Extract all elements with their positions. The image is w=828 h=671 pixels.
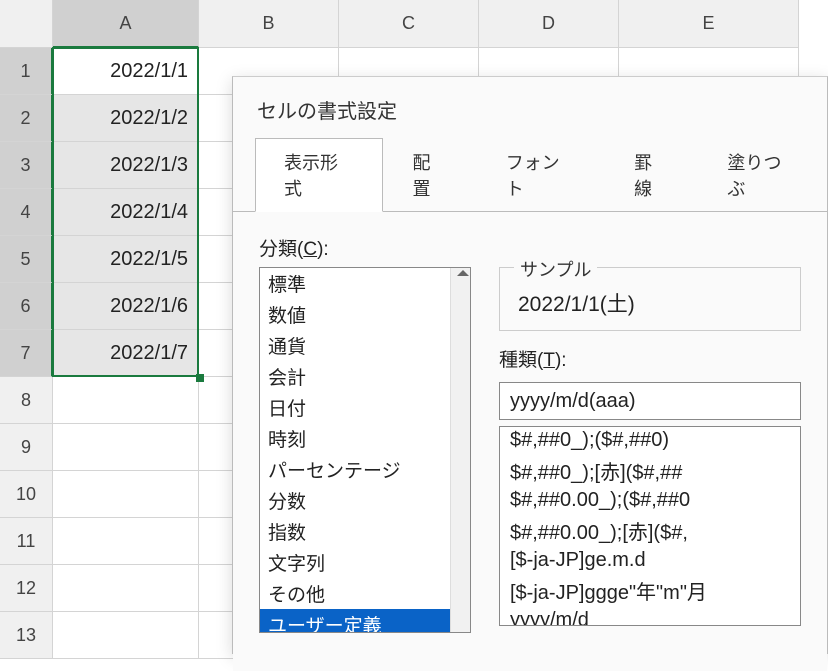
type-item[interactable]: [$-ja-JP]ge.m.d — [500, 547, 800, 574]
category-item-fraction[interactable]: 分数 — [260, 485, 470, 516]
row-header-5[interactable]: 5 — [0, 236, 53, 283]
tab-border[interactable]: 罫線 — [605, 138, 698, 212]
row-header-7[interactable]: 7 — [0, 330, 53, 377]
dialog-tabs: 表示形式 配置 フォント 罫線 塗りつぶ — [233, 138, 827, 212]
category-item-accounting[interactable]: 会計 — [260, 361, 470, 392]
type-item[interactable]: $#,##0.00_);[赤]($#, — [500, 514, 800, 547]
cell-A7[interactable]: 2022/1/7 — [53, 330, 199, 377]
tab-number-format[interactable]: 表示形式 — [255, 138, 383, 212]
cell-A12[interactable] — [53, 565, 199, 612]
tab-fill[interactable]: 塗りつぶ — [698, 138, 827, 212]
row-header-8[interactable]: 8 — [0, 377, 53, 424]
select-all-corner[interactable] — [0, 0, 53, 48]
tab-font[interactable]: フォント — [477, 138, 605, 212]
cell-A3[interactable]: 2022/1/3 — [53, 142, 199, 189]
category-item-custom[interactable]: ユーザー定義 — [260, 609, 470, 633]
category-item-time[interactable]: 時刻 — [260, 423, 470, 454]
type-listbox[interactable]: $#,##0_);($#,##0) $#,##0_);[赤]($#,## $#,… — [499, 426, 801, 626]
category-item-special[interactable]: その他 — [260, 578, 470, 609]
chevron-up-icon — [457, 270, 467, 280]
category-item-date[interactable]: 日付 — [260, 392, 470, 423]
col-header-B[interactable]: B — [199, 0, 339, 48]
category-item-number[interactable]: 数値 — [260, 299, 470, 330]
format-cells-dialog: セルの書式設定 表示形式 配置 フォント 罫線 塗りつぶ 分類(C): 標準 数… — [232, 76, 828, 654]
category-item-text[interactable]: 文字列 — [260, 547, 470, 578]
cell-A5[interactable]: 2022/1/5 — [53, 236, 199, 283]
cell-A11[interactable] — [53, 518, 199, 565]
category-item-standard[interactable]: 標準 — [260, 268, 470, 299]
cell-A13[interactable] — [53, 612, 199, 659]
number-format-panel: 分類(C): 標準 数値 通貨 会計 日付 時刻 パーセンテージ 分数 指数 文… — [233, 211, 827, 671]
category-listbox[interactable]: 標準 数値 通貨 会計 日付 時刻 パーセンテージ 分数 指数 文字列 その他 … — [259, 267, 471, 633]
col-header-D[interactable]: D — [479, 0, 619, 48]
type-label: 種類(T): — [499, 345, 801, 372]
dialog-title: セルの書式設定 — [233, 77, 827, 138]
category-item-currency[interactable]: 通貨 — [260, 330, 470, 361]
row-header-6[interactable]: 6 — [0, 283, 53, 330]
sample-box: サンプル 2022/1/1(土) — [499, 267, 801, 331]
cell-A4[interactable]: 2022/1/4 — [53, 189, 199, 236]
cell-A9[interactable] — [53, 424, 199, 471]
type-item[interactable]: $#,##0_);[赤]($#,## — [500, 454, 800, 487]
type-item[interactable]: yyyy/m/d — [500, 607, 800, 626]
col-header-C[interactable]: C — [339, 0, 479, 48]
sample-value: 2022/1/1(土) — [514, 288, 786, 318]
sample-label: サンプル — [514, 256, 597, 282]
col-header-E[interactable]: E — [619, 0, 799, 48]
row-header-2[interactable]: 2 — [0, 95, 53, 142]
row-header-11[interactable]: 11 — [0, 518, 53, 565]
row-header-10[interactable]: 10 — [0, 471, 53, 518]
cell-A2[interactable]: 2022/1/2 — [53, 95, 199, 142]
row-header-12[interactable]: 12 — [0, 565, 53, 612]
row-header-4[interactable]: 4 — [0, 189, 53, 236]
row-header-1[interactable]: 1 — [0, 48, 53, 95]
cell-A6[interactable]: 2022/1/6 — [53, 283, 199, 330]
cell-A10[interactable] — [53, 471, 199, 518]
row-header-13[interactable]: 13 — [0, 612, 53, 659]
type-input[interactable] — [499, 382, 801, 420]
row-header-3[interactable]: 3 — [0, 142, 53, 189]
category-scrollbar[interactable] — [450, 268, 470, 632]
col-header-A[interactable]: A — [53, 0, 199, 48]
tab-alignment[interactable]: 配置 — [383, 138, 476, 212]
category-item-scientific[interactable]: 指数 — [260, 516, 470, 547]
row-header-9[interactable]: 9 — [0, 424, 53, 471]
cell-A8[interactable] — [53, 377, 199, 424]
category-item-percentage[interactable]: パーセンテージ — [260, 454, 470, 485]
type-item[interactable]: [$-ja-JP]ggge"年"m"月 — [500, 574, 800, 607]
type-item[interactable]: $#,##0_);($#,##0) — [500, 427, 800, 454]
type-item[interactable]: $#,##0.00_);($#,##0 — [500, 487, 800, 514]
cell-A1[interactable]: 2022/1/1 — [53, 48, 199, 95]
